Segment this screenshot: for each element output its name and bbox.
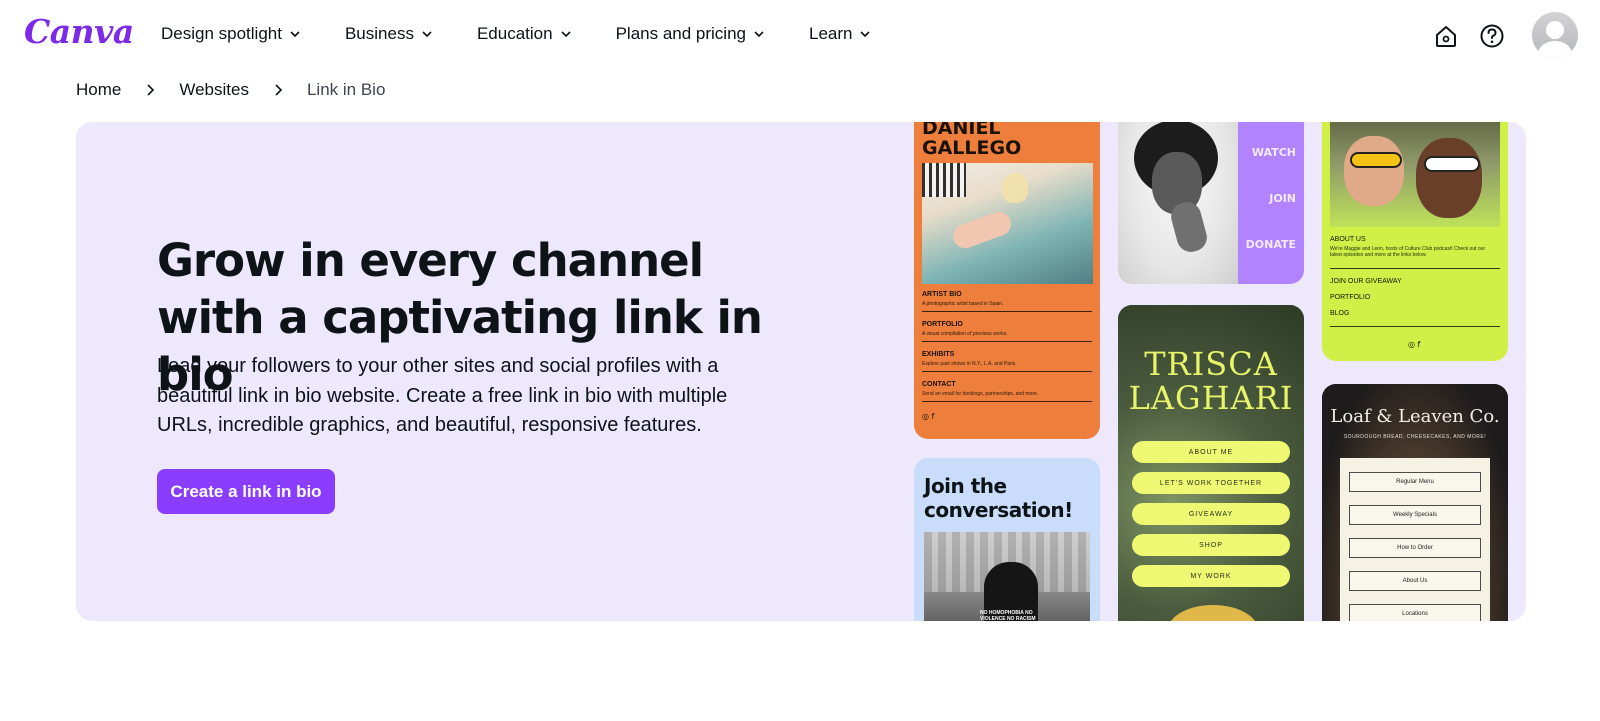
template-link: JOIN	[1269, 192, 1296, 205]
template-card-trisca-laghari[interactable]: TRISCA LAGHARI ABOUT ME LET'S WORK TOGET…	[1118, 305, 1304, 621]
template-name: DANIEL GALLEGO	[922, 122, 1021, 158]
avatar-head	[1546, 21, 1564, 39]
photo-hand	[949, 208, 1015, 252]
photo-person	[1344, 136, 1404, 206]
social-icons: ◎ f	[1408, 340, 1421, 349]
top-nav: Canva Design spotlight Business Educatio…	[0, 0, 1600, 72]
template-title-line: Join the	[924, 474, 1007, 498]
breadcrumb-websites[interactable]: Websites	[179, 80, 249, 100]
section-heading: CONTACT	[922, 381, 956, 388]
template-title-line: conversation!	[924, 498, 1073, 522]
template-link: About Us	[1349, 571, 1481, 591]
template-link: BLOG	[1330, 310, 1350, 317]
photo-hand	[1168, 198, 1210, 256]
template-link: JOIN OUR GIVEAWAY	[1330, 278, 1402, 285]
template-card-loaf-leaven[interactable]: Loaf & Leaven Co. SOURDOUGH BREAD, CHEES…	[1322, 384, 1508, 621]
menu-label: Design spotlight	[161, 24, 282, 43]
template-link: Weekly Specials	[1349, 505, 1481, 525]
menu-design-spotlight[interactable]: Design spotlight	[161, 24, 302, 44]
template-name: TRISCA LAGHARI	[1118, 347, 1304, 415]
template-link: ABOUT ME	[1132, 441, 1290, 463]
logo-text: Canva	[24, 12, 134, 51]
template-photo	[1118, 122, 1238, 284]
template-photo	[1330, 122, 1500, 227]
template-card-daniel-gallego[interactable]: DANIEL GALLEGO ARTIST BIO A photographic…	[914, 122, 1100, 439]
social-icons: ◎ f	[922, 412, 935, 421]
photo-shirt-text: NO HOMOPHOBIA NO VIOLENCE NO RACISM	[980, 610, 1036, 621]
template-section: EXHIBITS Explore past shows in N.Y., L.A…	[922, 351, 1092, 372]
section-text: Send an email for bookings, partnerships…	[922, 391, 1039, 397]
create-link-in-bio-button[interactable]: Create a link in bio	[157, 469, 335, 514]
menu-plans-pricing[interactable]: Plans and pricing	[616, 24, 766, 44]
chevron-down-icon	[754, 31, 764, 38]
template-link: PORTFOLIO	[1330, 294, 1371, 301]
template-link: LET'S WORK TOGETHER	[1132, 472, 1290, 494]
template-name-line: TRISCA	[1144, 345, 1278, 383]
template-link: Regular Menu	[1349, 472, 1481, 492]
breadcrumb: Home Websites Link in Bio	[76, 80, 385, 100]
menu-label: Plans and pricing	[615, 24, 746, 43]
chevron-right-icon	[275, 84, 283, 96]
chevron-down-icon	[422, 31, 432, 38]
photo-grid	[922, 163, 966, 197]
photo-sunglasses	[1424, 156, 1480, 172]
section-heading: EXHIBITS	[922, 351, 955, 358]
template-card-culture-club[interactable]: ABOUT US We're Maggie and Leon, hosts of…	[1322, 122, 1508, 361]
photo-sunglasses	[1350, 152, 1402, 168]
hero-description: Lead your followers to your other sites …	[157, 355, 728, 436]
section-heading: ABOUT US	[1330, 236, 1366, 243]
template-link: DONATE	[1245, 238, 1296, 251]
hero-banner: Grow in every channel with a captivating…	[76, 122, 1526, 621]
chevron-down-icon	[561, 31, 571, 38]
menu-label: Learn	[809, 24, 853, 43]
template-card-join-conversation[interactable]: Join the conversation! NO HOMOPHOBIA NO …	[914, 458, 1100, 621]
menu-learn[interactable]: Learn	[809, 24, 872, 44]
template-section: PORTFOLIO A visual compilation of previo…	[922, 321, 1092, 342]
help-icon[interactable]	[1478, 22, 1506, 50]
section-heading: ARTIST BIO	[922, 291, 962, 298]
avatar[interactable]	[1532, 12, 1578, 58]
template-name: Loaf & Leaven Co.	[1330, 406, 1500, 427]
chevron-right-icon	[147, 84, 155, 96]
template-photo: NO HOMOPHOBIA NO VIOLENCE NO RACISM	[924, 532, 1090, 621]
template-section: CONTACT Send an email for bookings, part…	[922, 381, 1092, 402]
template-link-strip: WATCH JOIN DONATE	[1238, 122, 1304, 284]
chevron-down-icon	[860, 31, 871, 38]
chevron-down-icon	[290, 31, 300, 38]
breadcrumb-current: Link in Bio	[306, 80, 386, 99]
section-text: A visual compilation of previous works.	[922, 331, 1008, 337]
template-tagline: SOURDOUGH BREAD, CHEESECAKES, AND MORE!	[1343, 434, 1487, 440]
photo-person	[1416, 138, 1482, 218]
template-link: Locations	[1349, 604, 1481, 621]
template-name-line: LAGHARI	[1128, 379, 1294, 417]
template-name-line: DANIEL	[922, 122, 1001, 139]
menu-education[interactable]: Education	[477, 24, 573, 44]
menu-label: Education	[476, 24, 553, 43]
template-photo	[922, 163, 1093, 284]
template-section: ARTIST BIO A photographic artist based i…	[922, 291, 1092, 312]
template-title: Join the conversation!	[924, 474, 1073, 522]
template-name-line: GALLEGO	[922, 137, 1022, 159]
main-menu: Design spotlight Business Education Plan…	[161, 24, 872, 44]
template-link: WATCH	[1251, 146, 1296, 159]
menu-label: Business	[344, 24, 414, 43]
avatar-body	[1538, 41, 1572, 58]
template-link: How to Order	[1349, 538, 1481, 558]
photo-glass	[1002, 173, 1028, 203]
section-text: We're Maggie and Leon, hosts of Culture …	[1330, 246, 1486, 258]
home-icon[interactable]	[1432, 22, 1460, 50]
section-text: Explore past shows in N.Y., L.A. and Par…	[922, 361, 1017, 367]
template-link: MY WORK	[1132, 565, 1290, 587]
section-heading: PORTFOLIO	[922, 321, 963, 328]
breadcrumb-home[interactable]: Home	[76, 80, 121, 100]
template-link: GIVEAWAY	[1132, 503, 1290, 525]
canva-logo[interactable]: Canva	[24, 12, 134, 51]
template-link: SHOP	[1132, 534, 1290, 556]
divider	[1330, 268, 1500, 269]
template-card-watch-join-donate[interactable]: WATCH JOIN DONATE	[1118, 122, 1304, 284]
divider	[1330, 326, 1500, 327]
section-text: A photographic artist based in Spain.	[922, 301, 1004, 307]
menu-business[interactable]: Business	[345, 24, 434, 44]
